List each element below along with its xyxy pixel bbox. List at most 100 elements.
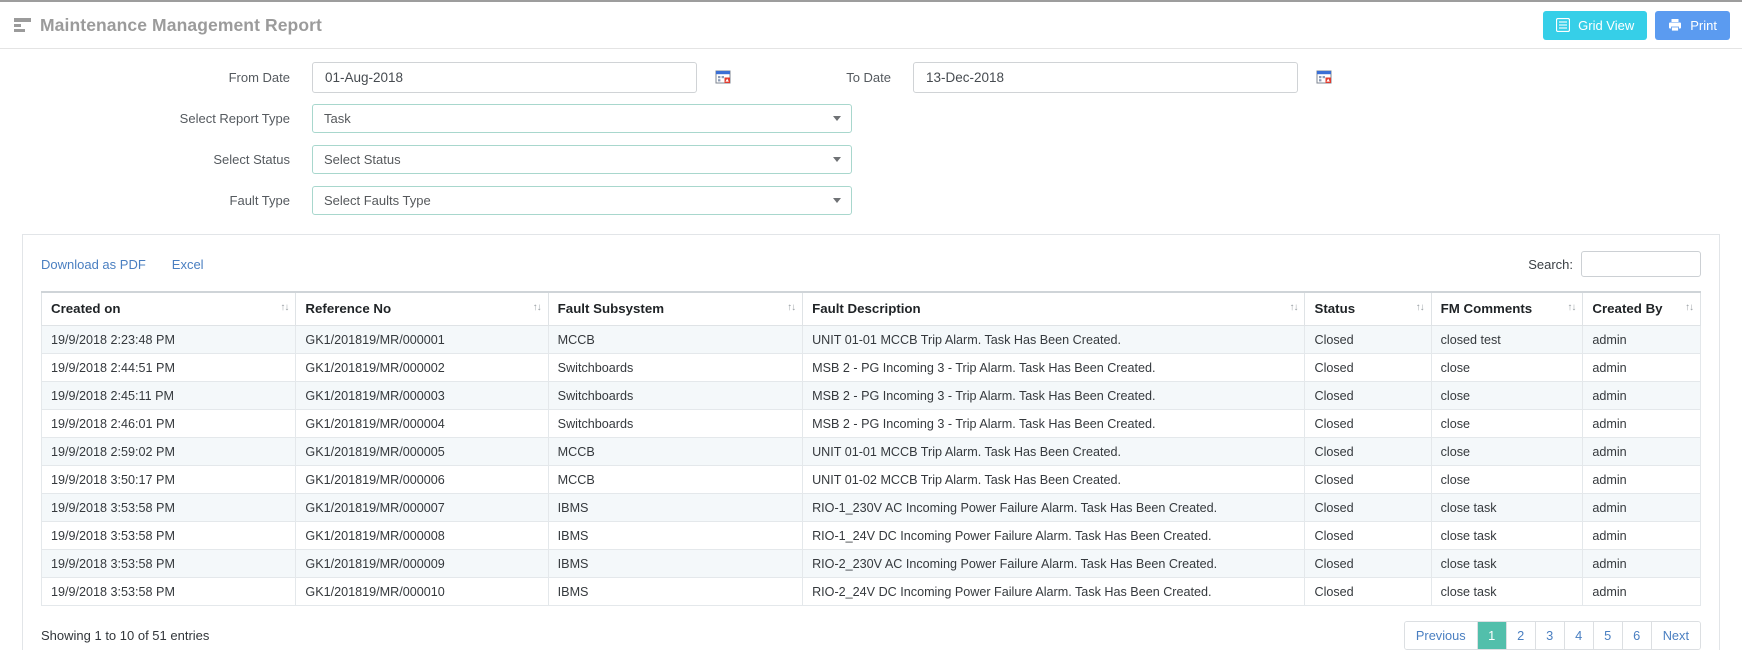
cell-reference-no: GK1/201819/MR/000006: [295, 465, 549, 494]
column-header-fault-subsystem[interactable]: Fault Subsystem ↑↓: [547, 291, 804, 326]
column-header-created-on[interactable]: Created on ↑↓: [40, 291, 297, 326]
print-button[interactable]: Print: [1655, 10, 1730, 40]
download-excel-link[interactable]: Excel: [172, 257, 204, 272]
print-button-label: Print: [1690, 17, 1717, 33]
cell-fault-description: MSB 2 - PG Incoming 3 - Trip Alarm. Task…: [802, 353, 1306, 382]
cell-status: Closed: [1304, 465, 1432, 494]
cell-fault-description: MSB 2 - PG Incoming 3 - Trip Alarm. Task…: [802, 409, 1306, 438]
from-date-input[interactable]: [312, 61, 697, 93]
page-header-actions: Grid View Print: [1543, 10, 1730, 40]
pagination-page-5[interactable]: 5: [1593, 621, 1623, 649]
cell-reference-no: GK1/201819/MR/000008: [295, 521, 549, 550]
cell-status: Closed: [1304, 521, 1432, 550]
column-header-reference-no-label: Reference No: [305, 301, 392, 316]
column-header-status[interactable]: Status ↑↓: [1304, 291, 1432, 326]
sort-icon: ↑↓: [1289, 302, 1298, 313]
table-row[interactable]: 19/9/2018 3:53:58 PM GK1/201819/MR/000008…: [40, 521, 1701, 550]
filter-form: From Date To Date: [0, 49, 1742, 224]
cell-created-by: admin: [1582, 409, 1701, 438]
cell-fm-comments: close: [1430, 381, 1584, 410]
page-header-left: Maintenance Management Report: [14, 15, 322, 36]
table-row[interactable]: 19/9/2018 3:53:58 PM GK1/201819/MR/000010…: [40, 577, 1701, 606]
column-header-reference-no[interactable]: Reference No ↑↓: [295, 291, 549, 326]
cell-created-by: admin: [1582, 381, 1701, 410]
download-as-pdf-link[interactable]: Download as PDF: [41, 257, 146, 272]
cell-reference-no: GK1/201819/MR/000010: [295, 577, 549, 606]
status-select[interactable]: Select Status: [312, 144, 852, 174]
to-date-calendar-icon[interactable]: [1316, 69, 1332, 85]
cell-reference-no: GK1/201819/MR/000001: [295, 325, 549, 354]
pagination-page-6[interactable]: 6: [1622, 621, 1652, 649]
cell-status: Closed: [1304, 493, 1432, 522]
cell-created-on: 19/9/2018 3:53:58 PM: [40, 493, 297, 522]
pagination-page-2[interactable]: 2: [1506, 621, 1536, 649]
status-value: Select Status: [324, 151, 401, 167]
to-date-label: To Date: [846, 69, 891, 85]
page-title: Maintenance Management Report: [40, 14, 322, 35]
column-header-fm-comments[interactable]: FM Comments ↑↓: [1430, 291, 1584, 326]
table-row[interactable]: 19/9/2018 3:53:58 PM GK1/201819/MR/000007…: [40, 493, 1701, 522]
cell-created-by: admin: [1582, 549, 1701, 578]
cell-status: Closed: [1304, 577, 1432, 606]
cell-fm-comments: closed test: [1430, 325, 1584, 354]
cell-fm-comments: close: [1430, 353, 1584, 382]
cell-reference-no: GK1/201819/MR/000007: [295, 493, 549, 522]
pagination-page-1[interactable]: 1: [1477, 621, 1507, 649]
report-lines-icon: [14, 18, 31, 32]
cell-fault-subsystem: IBMS: [547, 521, 804, 550]
sort-icon: ↑↓: [1567, 302, 1576, 313]
cell-fault-subsystem: MCCB: [547, 465, 804, 494]
results-panel: Download as PDF Excel Search: Created on…: [22, 234, 1720, 650]
report-type-row: Select Report Type Task: [0, 103, 1742, 133]
fault-type-label: Fault Type: [229, 192, 290, 208]
search-input[interactable]: [1581, 251, 1701, 277]
cell-fault-subsystem: Switchboards: [547, 409, 804, 438]
pagination-next[interactable]: Next: [1651, 621, 1700, 649]
cell-fault-subsystem: Switchboards: [547, 381, 804, 410]
table-row[interactable]: 19/9/2018 2:46:01 PM GK1/201819/MR/000004…: [40, 409, 1701, 438]
fault-type-select[interactable]: Select Faults Type: [312, 185, 852, 215]
cell-created-by: admin: [1582, 521, 1701, 550]
cell-created-on: 19/9/2018 3:53:58 PM: [40, 521, 297, 550]
cell-created-on: 19/9/2018 3:50:17 PM: [40, 465, 297, 494]
column-header-fm-comments-label: FM Comments: [1440, 301, 1533, 316]
date-range-row: From Date To Date: [0, 61, 1742, 93]
cell-created-on: 19/9/2018 3:53:58 PM: [40, 577, 297, 606]
grid-view-button[interactable]: Grid View: [1543, 10, 1648, 40]
cell-created-on: 19/9/2018 3:53:58 PM: [40, 549, 297, 578]
grid-icon: [1556, 18, 1571, 32]
column-header-fault-description-label: Fault Description: [812, 301, 921, 316]
report-page: Maintenance Management Report Grid View …: [0, 0, 1742, 650]
cell-created-on: 19/9/2018 2:23:48 PM: [40, 325, 297, 354]
status-label: Select Status: [213, 151, 290, 167]
cell-created-on: 19/9/2018 2:46:01 PM: [40, 409, 297, 438]
report-type-select[interactable]: Task: [312, 103, 852, 133]
cell-created-by: admin: [1582, 465, 1701, 494]
fault-type-row: Fault Type Select Faults Type: [0, 185, 1742, 215]
pagination-previous[interactable]: Previous: [1404, 621, 1478, 649]
sort-icon: ↑↓: [1685, 302, 1694, 313]
cell-fault-subsystem: Switchboards: [547, 353, 804, 382]
table-row[interactable]: 19/9/2018 2:44:51 PM GK1/201819/MR/000002…: [40, 353, 1701, 382]
report-table-head: Created on ↑↓ Reference No ↑↓ Fault Subs…: [40, 291, 1701, 326]
cell-created-on: 19/9/2018 2:44:51 PM: [40, 353, 297, 382]
cell-fault-description: RIO-2_24V DC Incoming Power Failure Alar…: [802, 577, 1306, 606]
from-date-calendar-icon[interactable]: [715, 69, 731, 85]
table-row[interactable]: 19/9/2018 2:45:11 PM GK1/201819/MR/000003…: [40, 381, 1701, 410]
cell-reference-no: GK1/201819/MR/000009: [295, 549, 549, 578]
table-row[interactable]: 19/9/2018 3:50:17 PM GK1/201819/MR/000006…: [40, 465, 1701, 494]
pagination-page-4[interactable]: 4: [1564, 621, 1594, 649]
table-row[interactable]: 19/9/2018 2:59:02 PM GK1/201819/MR/000005…: [40, 437, 1701, 466]
column-header-created-by[interactable]: Created By ↑↓: [1582, 291, 1701, 326]
pagination-page-3[interactable]: 3: [1535, 621, 1565, 649]
cell-created-by: admin: [1582, 353, 1701, 382]
sort-icon: ↑↓: [1415, 302, 1425, 313]
to-date-input[interactable]: [913, 61, 1298, 93]
cell-fm-comments: close: [1430, 465, 1584, 494]
table-row[interactable]: 19/9/2018 3:53:58 PM GK1/201819/MR/000009…: [40, 549, 1701, 578]
column-header-fault-description[interactable]: Fault Description ↑↓: [802, 291, 1306, 326]
cell-created-on: 19/9/2018 2:45:11 PM: [40, 381, 297, 410]
cell-status: Closed: [1304, 325, 1432, 354]
cell-fault-description: UNIT 01-01 MCCB Trip Alarm. Task Has Bee…: [802, 325, 1306, 354]
table-row[interactable]: 19/9/2018 2:23:48 PM GK1/201819/MR/000001…: [40, 325, 1701, 354]
